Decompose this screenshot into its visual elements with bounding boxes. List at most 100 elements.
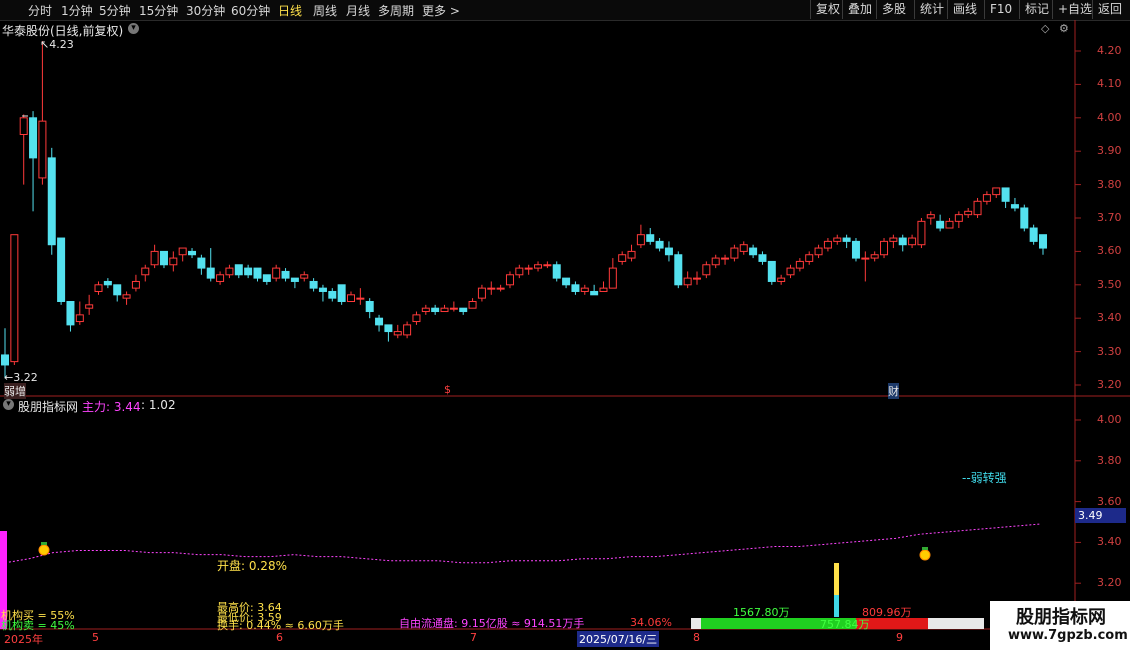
event-marker-finance[interactable]: 财 xyxy=(888,383,899,399)
candle-body xyxy=(954,214,963,222)
candle-body xyxy=(412,314,421,323)
candle-body xyxy=(318,287,327,292)
candle-body xyxy=(1010,204,1019,209)
candle-body xyxy=(216,274,225,282)
candle-body xyxy=(19,117,28,136)
signal-text: --弱转强 xyxy=(962,471,1007,485)
candle-body xyxy=(75,314,84,323)
main-y-tick: 3.50 xyxy=(1097,277,1122,291)
candle-body xyxy=(468,301,477,309)
candle-body xyxy=(982,194,991,202)
candle-body xyxy=(833,237,842,242)
event-marker-dollar[interactable]: $ xyxy=(444,383,451,396)
candle-body xyxy=(1039,234,1047,249)
main-y-tick: 3.20 xyxy=(1097,378,1122,391)
candle-body xyxy=(57,237,66,302)
candle-body xyxy=(309,280,318,289)
candle-body xyxy=(178,247,187,256)
candle-body xyxy=(300,274,309,279)
candle-body xyxy=(739,244,748,252)
watermark-box: 股朋指标网 www.7gpzb.com xyxy=(990,601,1130,650)
indicator-y-tick: 4.00 xyxy=(1097,413,1122,426)
candle-body xyxy=(758,254,767,262)
date-label: 9 xyxy=(896,631,903,644)
candle-body xyxy=(636,234,645,246)
candle-body xyxy=(534,264,543,269)
candle-body xyxy=(608,267,617,289)
date-label: 2025/07/16/三 xyxy=(577,631,660,647)
indicator-name[interactable]: 股朋指标网 xyxy=(18,398,78,415)
candle-body xyxy=(496,287,505,290)
candle-body xyxy=(253,267,262,279)
candle-body xyxy=(365,301,374,313)
indicator-y-tick: 3.40 xyxy=(1097,535,1122,549)
candle-body xyxy=(880,240,889,256)
candle-body xyxy=(1020,207,1029,229)
candlestick-chart[interactable] xyxy=(0,0,1130,650)
candle-body xyxy=(730,247,739,259)
candle-body xyxy=(505,274,514,286)
candle-body xyxy=(272,267,281,279)
candle-body xyxy=(786,267,795,276)
candle-body xyxy=(328,290,337,299)
main-y-tick: 4.10 xyxy=(1097,77,1122,91)
date-label: 6 xyxy=(276,631,283,644)
candle-body xyxy=(898,237,907,246)
candle-body xyxy=(973,200,982,216)
candle-body xyxy=(141,267,150,276)
candle-body xyxy=(38,120,47,179)
candle-body xyxy=(290,277,299,282)
candle-body xyxy=(337,284,346,302)
main-force-value2: : 1.02 xyxy=(141,398,176,412)
signal-leaf xyxy=(922,547,928,550)
candle-body xyxy=(805,254,814,262)
yellow-bar xyxy=(834,563,839,595)
candle-body xyxy=(908,237,917,246)
candle-body xyxy=(571,284,580,292)
date-label: 2025年 xyxy=(4,633,43,646)
candle-body xyxy=(10,234,19,363)
candle-body xyxy=(674,254,683,286)
main-y-tick: 3.90 xyxy=(1097,144,1122,158)
main-y-tick: 3.40 xyxy=(1097,311,1122,325)
candle-body xyxy=(936,220,945,229)
main-y-tick: 3.70 xyxy=(1097,211,1122,224)
watermark-url: www.7gpzb.com xyxy=(1008,628,1128,643)
candle-body xyxy=(393,331,402,336)
candle-body xyxy=(122,294,131,299)
main-y-tick: 4.00 xyxy=(1097,110,1122,124)
candle-body xyxy=(47,157,56,246)
candle-body xyxy=(431,307,440,313)
candle-body xyxy=(711,257,720,266)
candle-body xyxy=(356,297,365,300)
candle-body xyxy=(515,267,524,276)
candle-body xyxy=(281,270,290,279)
candle-body xyxy=(992,187,1001,196)
candle-body xyxy=(244,267,253,276)
candle-body xyxy=(1001,187,1010,202)
candle-body xyxy=(655,240,664,249)
cyan-bar xyxy=(834,595,839,617)
chevron-down-icon[interactable]: ▾ xyxy=(3,399,14,410)
indicator-y-tick: 3.60 xyxy=(1097,494,1122,508)
candle-body xyxy=(627,250,636,259)
candle-body xyxy=(197,257,206,269)
candle-body xyxy=(477,287,486,299)
candle-body xyxy=(103,280,112,286)
mid-volume: 757.84万 xyxy=(820,618,870,631)
candle-body xyxy=(964,210,973,216)
candle-body xyxy=(870,254,879,259)
date-label: 5 xyxy=(92,631,99,644)
candle-body xyxy=(150,250,159,266)
candle-body xyxy=(262,274,271,282)
watermark-cn: 股朋指标网 xyxy=(1016,607,1106,628)
event-marker-1[interactable]: 弱增 xyxy=(4,383,26,399)
candle-body xyxy=(1029,227,1038,242)
candle-body xyxy=(225,267,234,276)
indicator-y-tick: 3.20 xyxy=(1097,576,1122,590)
percent-34: 34.06% xyxy=(630,616,672,629)
indicator-y-tick: 3.80 xyxy=(1097,453,1122,467)
candle-body xyxy=(375,317,384,326)
date-label: 8 xyxy=(693,631,700,644)
candle-body xyxy=(169,257,178,266)
